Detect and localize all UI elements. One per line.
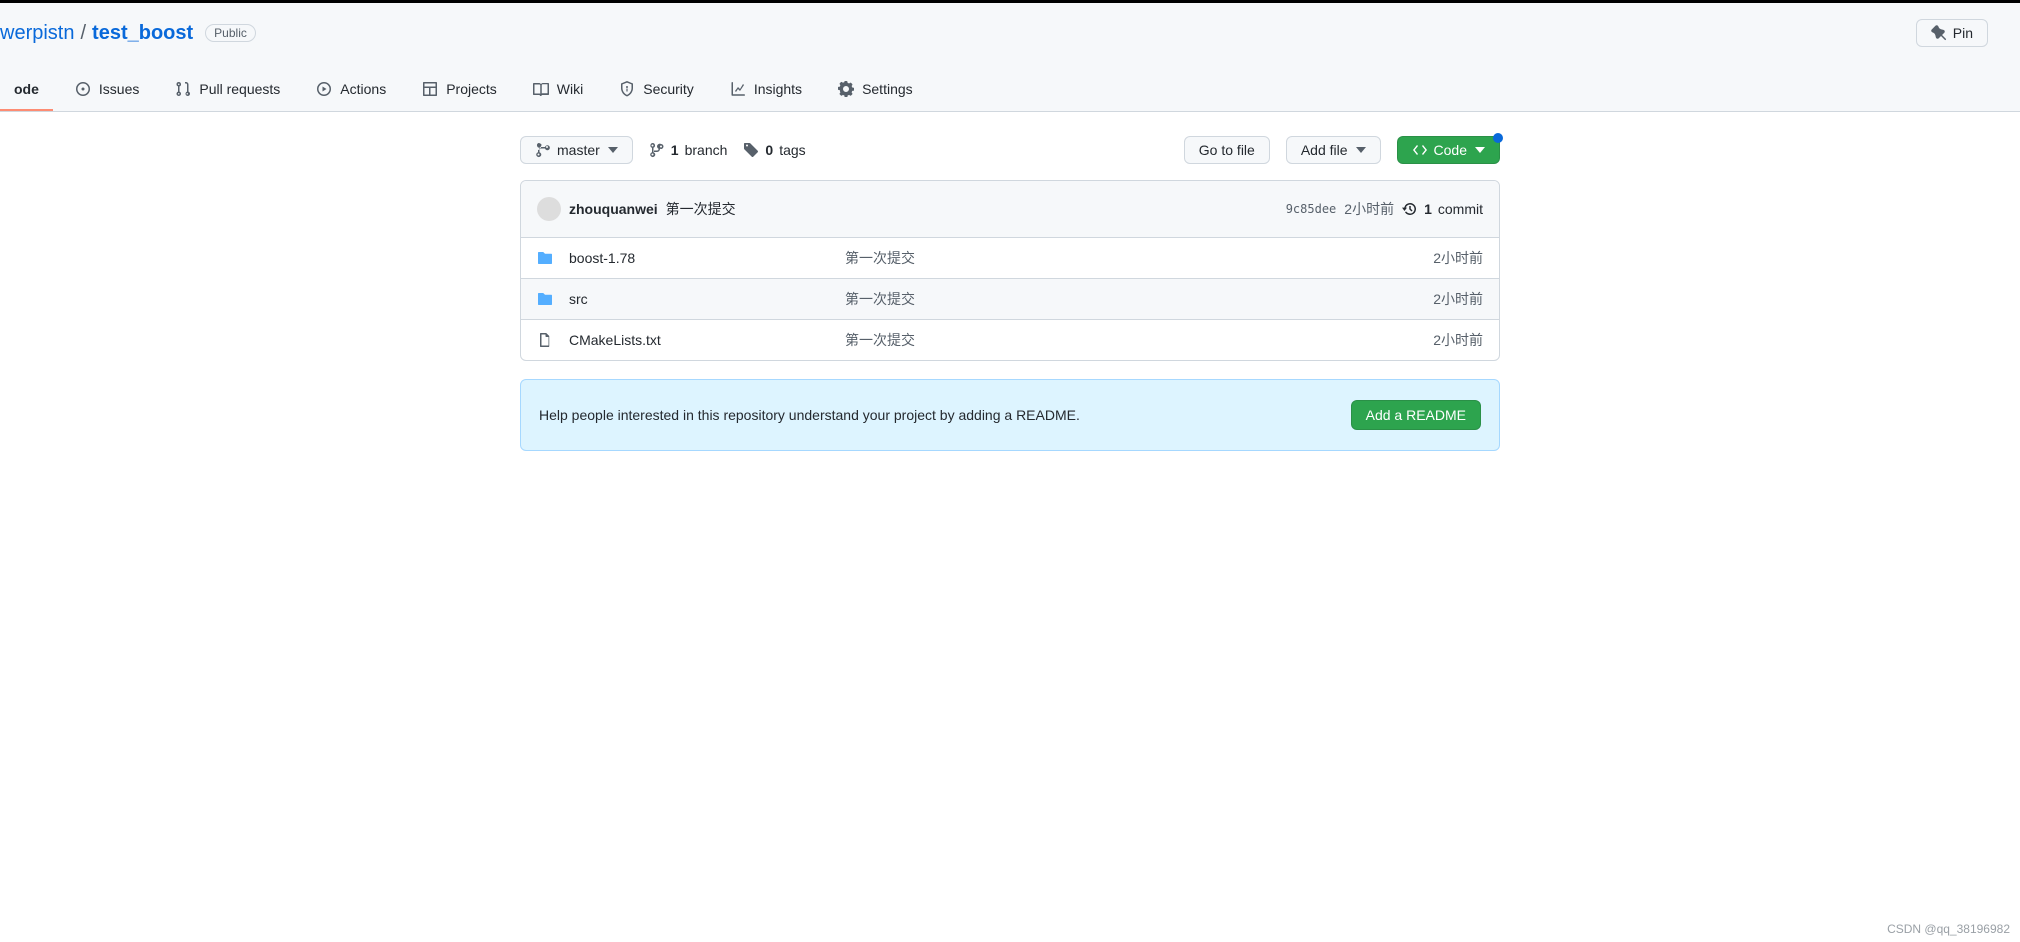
book-icon <box>533 81 549 97</box>
tab-actions[interactable]: Actions <box>302 71 400 111</box>
file-time: 2小时前 <box>1433 289 1483 309</box>
tab-projects[interactable]: Projects <box>408 71 511 111</box>
add-file-button[interactable]: Add file <box>1286 136 1381 164</box>
title-row: werpistn / test_boost Public Pin <box>0 19 1988 47</box>
git-branch-icon <box>649 142 665 158</box>
table-row: src 第一次提交 2小时前 <box>521 278 1499 319</box>
commit-author-link[interactable]: zhouquanwei <box>569 201 658 217</box>
code-icon <box>1412 142 1428 158</box>
tab-wiki[interactable]: Wiki <box>519 71 597 111</box>
pin-label: Pin <box>1953 25 1973 41</box>
file-commit-message[interactable]: 第一次提交 <box>845 248 1417 268</box>
shield-icon <box>619 81 635 97</box>
file-name-link[interactable]: boost-1.78 <box>569 250 829 266</box>
file-name-link[interactable]: CMakeLists.txt <box>569 332 829 348</box>
file-time: 2小时前 <box>1433 248 1483 268</box>
branches-link[interactable]: 1 branch <box>649 142 728 158</box>
folder-icon <box>537 250 553 266</box>
repo-name-link[interactable]: test_boost <box>92 22 193 45</box>
action-bar: master 1 branch 0 tags Go to file Add fi… <box>520 136 1500 164</box>
tab-security[interactable]: Security <box>605 71 708 111</box>
latest-commit-header: zhouquanwei 第一次提交 9c85dee 2小时前 1 commit <box>521 181 1499 238</box>
table-icon <box>422 81 438 97</box>
file-rows: boost-1.78第一次提交2小时前src第一次提交2小时前CMakeList… <box>521 238 1499 360</box>
branch-select-button[interactable]: master <box>520 136 633 164</box>
tab-pulls[interactable]: Pull requests <box>161 71 294 111</box>
file-commit-message[interactable]: 第一次提交 <box>845 330 1417 350</box>
gear-icon <box>838 81 854 97</box>
tab-insights[interactable]: Insights <box>716 71 816 111</box>
file-time: 2小时前 <box>1433 330 1483 350</box>
commit-time: 2小时前 <box>1344 199 1394 219</box>
repo-nav: ode Issues Pull requests Actions Project… <box>0 71 1988 111</box>
commits-link[interactable]: 1 commit <box>1402 201 1483 217</box>
main-container: master 1 branch 0 tags Go to file Add fi… <box>504 136 1516 451</box>
tag-icon <box>743 142 759 158</box>
file-name-link[interactable]: src <box>569 291 829 307</box>
commit-sha-link[interactable]: 9c85dee <box>1286 202 1337 216</box>
page-header: werpistn / test_boost Public Pin ode Iss… <box>0 3 2020 112</box>
pull-request-icon <box>175 81 191 97</box>
path-separator: / <box>80 22 86 45</box>
go-to-file-button[interactable]: Go to file <box>1184 136 1270 164</box>
readme-prompt-text: Help people interested in this repositor… <box>539 407 1080 423</box>
tab-settings[interactable]: Settings <box>824 71 927 111</box>
tab-code[interactable]: ode <box>0 71 53 111</box>
watermark: CSDN @qq_38196982 <box>1887 922 2010 936</box>
readme-prompt: Help people interested in this repositor… <box>520 379 1500 451</box>
file-icon <box>537 332 553 348</box>
git-branch-icon <box>535 142 551 158</box>
table-row: CMakeLists.txt 第一次提交 2小时前 <box>521 319 1499 360</box>
avatar[interactable] <box>537 197 561 221</box>
commit-message-link[interactable]: 第一次提交 <box>666 199 736 219</box>
add-readme-button[interactable]: Add a README <box>1351 400 1481 430</box>
tab-issues[interactable]: Issues <box>61 71 153 111</box>
issue-icon <box>75 81 91 97</box>
tags-link[interactable]: 0 tags <box>743 142 805 158</box>
caret-down-icon <box>1356 147 1366 153</box>
visibility-badge: Public <box>205 24 256 42</box>
folder-icon <box>537 291 553 307</box>
repo-owner-link[interactable]: werpistn <box>0 22 74 45</box>
pin-icon <box>1931 25 1947 41</box>
table-row: boost-1.78 第一次提交 2小时前 <box>521 238 1499 278</box>
code-button[interactable]: Code <box>1397 136 1500 164</box>
play-icon <box>316 81 332 97</box>
file-list-box: zhouquanwei 第一次提交 9c85dee 2小时前 1 commit … <box>520 180 1500 361</box>
notification-dot <box>1493 133 1503 143</box>
graph-icon <box>730 81 746 97</box>
pin-button[interactable]: Pin <box>1916 19 1988 47</box>
file-commit-message[interactable]: 第一次提交 <box>845 289 1417 309</box>
history-icon <box>1402 201 1418 217</box>
repo-title: werpistn / test_boost Public <box>0 22 1916 45</box>
caret-down-icon <box>608 147 618 153</box>
caret-down-icon <box>1475 147 1485 153</box>
